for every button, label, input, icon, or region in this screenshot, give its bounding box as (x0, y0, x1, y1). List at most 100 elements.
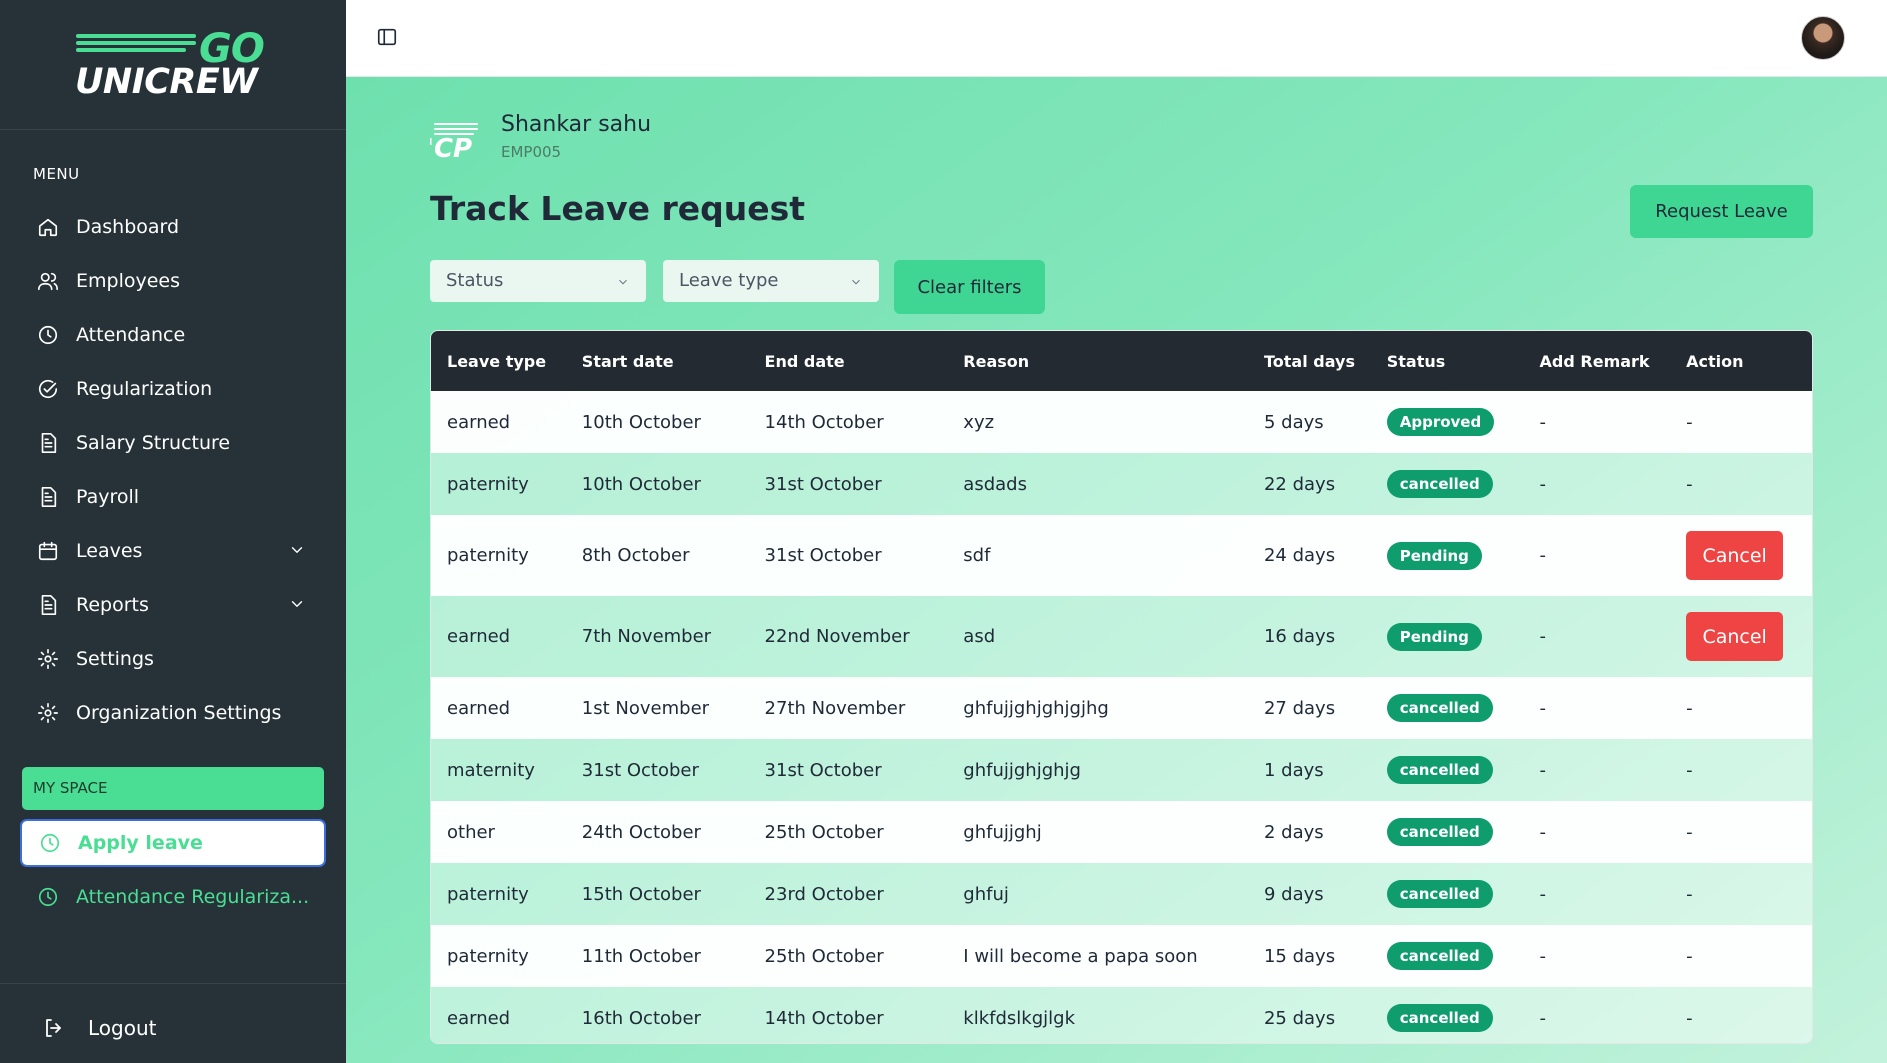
status-badge: cancelled (1386, 756, 1493, 784)
cell-remark: - (1539, 411, 1547, 433)
cell-leave-type: paternity (447, 545, 529, 566)
logout-label: Logout (88, 1016, 157, 1040)
cell-action: - (1686, 759, 1693, 781)
column-header: Leave type (447, 351, 547, 371)
status-badge: cancelled (1386, 880, 1493, 908)
cell-total: 24 days (1263, 545, 1336, 566)
users-icon (38, 272, 58, 291)
chevron-down-icon[interactable] (288, 595, 306, 613)
employee-id: EMP005 (501, 143, 562, 161)
sidebar-item-label: Employees (76, 270, 180, 292)
cell-action: - (1686, 411, 1693, 433)
sidebar-item-label: Apply leave (78, 832, 203, 854)
chevron-down-icon (619, 279, 627, 285)
cell-end: 14th October (764, 1007, 884, 1029)
sidebar-item-reports[interactable]: Reports (22, 578, 324, 632)
cell-leave-type: earned (447, 626, 511, 647)
cell-total: 27 days (1263, 697, 1336, 719)
sidebar-toggle-button[interactable] (376, 26, 398, 48)
cell-start: 10th October (581, 473, 701, 495)
column-header: Total days (1263, 351, 1355, 371)
sidebar-item-leaves[interactable]: Leaves (22, 524, 324, 578)
cell-total: 5 days (1263, 411, 1324, 433)
company-logo: 'CP (430, 117, 482, 161)
cell-leave-type: maternity (447, 759, 535, 781)
cancel-request-button[interactable]: Cancel (1686, 531, 1784, 580)
status-badge: Approved (1386, 408, 1495, 436)
cell-status: cancelled (1371, 677, 1524, 739)
table-row: earned 10th October 14th October xyz 5 days A… (431, 391, 1812, 453)
document-icon (41, 433, 57, 453)
cell-leave-type: other (447, 821, 495, 843)
sidebar-item-regularization[interactable]: Regularization (22, 362, 324, 416)
status-badge: Pending (1386, 622, 1482, 651)
sidebar-item-organization-settings[interactable]: Organization Settings (22, 686, 324, 740)
cell-end: 14th October (764, 411, 884, 433)
cell-end: 25th October (764, 945, 884, 967)
cell-remark: - (1539, 1007, 1547, 1029)
table-row: earned 16th October 14th October klkfdslkgj… (431, 987, 1812, 1043)
sidebar-item-settings[interactable]: Settings (22, 632, 324, 686)
logout-area: Logout (0, 983, 346, 1063)
logout-button[interactable]: Logout (42, 1016, 156, 1040)
sidebar-item-label: Attendance (76, 324, 186, 346)
sidebar-nav: Dashboard Employees Attendance Regulariz… (22, 200, 324, 740)
cell-action: - (1686, 473, 1693, 495)
chevron-down-icon[interactable] (288, 541, 306, 559)
sidebar-item-apply-leave[interactable]: Apply leave (20, 819, 326, 867)
clear-filters-button[interactable]: Clear filters (894, 260, 1045, 314)
cell-start: 1st November (581, 697, 710, 719)
leave-type-filter-placeholder: Leave type (679, 270, 779, 291)
column-header: Action (1686, 351, 1744, 371)
cell-leave-type: earned (447, 411, 511, 433)
sidebar-item-employees[interactable]: Employees (22, 254, 324, 308)
sidebar-item-salary-structure[interactable]: Salary Structure (22, 416, 324, 470)
cell-reason: klkfdslkgjlgk (963, 1007, 1075, 1029)
my-space-header: MY SPACE (22, 767, 324, 810)
cell-reason: I will become a papa soon (963, 945, 1198, 967)
cell-leave-type: earned (447, 1007, 511, 1029)
cell-action: - (1686, 883, 1693, 905)
status-badge: cancelled (1386, 942, 1493, 970)
sidebar-item-label: Dashboard (76, 216, 180, 238)
sidebar-item-label: Salary Structure (76, 432, 231, 454)
status-badge: Pending (1386, 541, 1482, 570)
avatar[interactable] (1801, 16, 1845, 60)
leave-type-filter-select[interactable]: Leave type (663, 260, 879, 302)
table-row: earned 1st November 27th November ghfujjghj… (431, 677, 1812, 739)
cell-remark: - (1539, 473, 1547, 495)
cell-status: Pending (1371, 596, 1524, 677)
status-filter-placeholder: Status (446, 270, 504, 291)
cell-total: 1 days (1263, 759, 1324, 781)
cell-remark: - (1539, 545, 1547, 566)
sidebar-item-label: Attendance Regulariza... (76, 886, 310, 908)
cell-leave-type: earned (447, 697, 511, 719)
document-icon (41, 487, 57, 507)
sidebar-item-attendance-regularization[interactable]: Attendance Regulariza... (20, 873, 326, 921)
request-leave-button[interactable]: Request Leave (1630, 185, 1813, 238)
cell-total: 9 days (1263, 883, 1324, 905)
employee-name: Shankar sahu (501, 112, 652, 137)
cell-total: 2 days (1263, 821, 1324, 843)
home-icon (38, 218, 58, 237)
logo-brand-text: UNICREW (75, 62, 258, 102)
clock-icon (38, 887, 58, 907)
menu-title: MENU (33, 165, 80, 183)
go-unicrew-logo[interactable]: GO UNICREW (73, 26, 273, 102)
status-filter-select[interactable]: Status (430, 260, 646, 302)
cell-reason: ghfujjghj (963, 821, 1042, 843)
cell-end: 22nd November (764, 626, 910, 647)
column-header: Start date (581, 351, 674, 371)
column-header: Add Remark (1539, 351, 1650, 371)
sidebar-toggle-icon (377, 28, 397, 46)
sidebar-item-label: Payroll (76, 486, 140, 508)
cancel-request-button[interactable]: Cancel (1686, 612, 1784, 661)
check-circle-icon (38, 379, 58, 399)
sidebar-item-attendance[interactable]: Attendance (22, 308, 324, 362)
sidebar: GO UNICREW MENU Dashboard Employees Atte… (0, 0, 346, 1063)
table-row: paternity 10th October 31st October asdads 2… (431, 453, 1812, 515)
page-title: Track Leave request (430, 189, 806, 228)
table-header-row: Leave type Start date End date Reason Total … (431, 331, 1812, 391)
sidebar-item-dashboard[interactable]: Dashboard (22, 200, 324, 254)
sidebar-item-payroll[interactable]: Payroll (22, 470, 324, 524)
